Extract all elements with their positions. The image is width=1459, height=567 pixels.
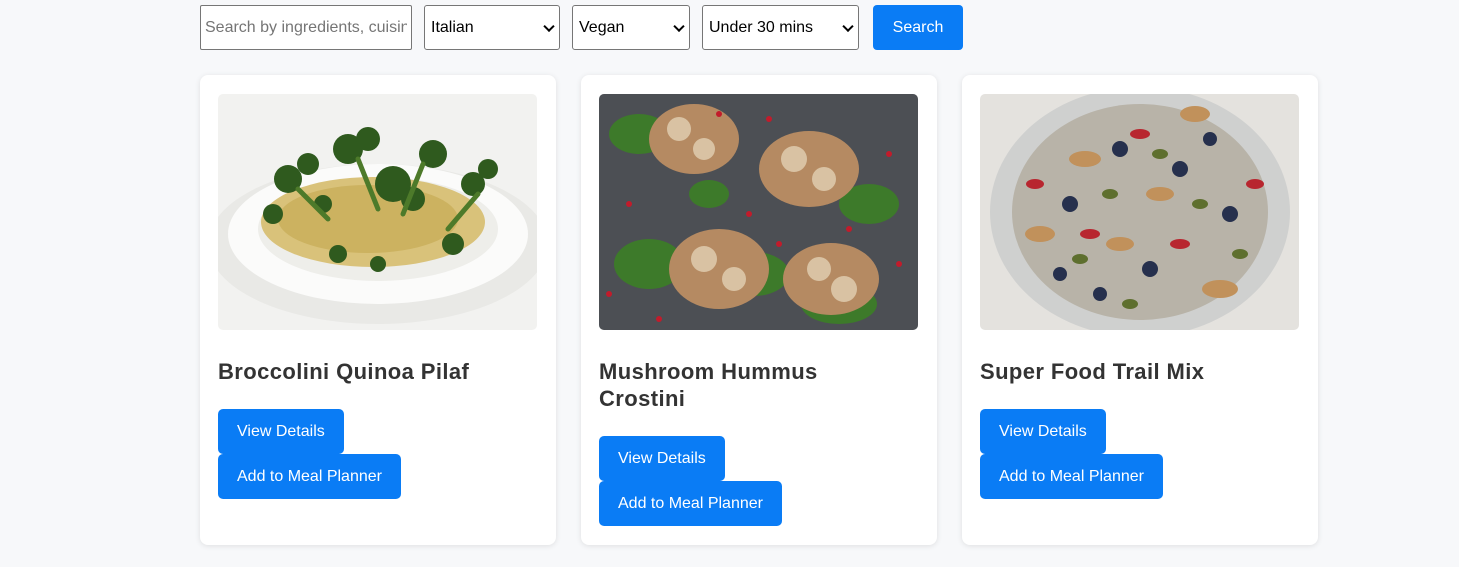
recipe-card: Broccolini Quinoa Pilaf View Details Add… [200, 75, 556, 545]
diet-select-value: Vegan [579, 18, 625, 36]
recipe-title: Mushroom Hummus Crostini [599, 359, 818, 411]
recipe-image [980, 94, 1299, 330]
recipe-title: Broccolini Quinoa Pilaf [218, 359, 470, 384]
recipe-title: Super Food Trail Mix [980, 359, 1205, 384]
chevron-down-icon [543, 20, 555, 32]
diet-select[interactable]: Vegan [572, 5, 690, 50]
search-button[interactable]: Search [873, 5, 963, 50]
recipe-image [599, 94, 918, 330]
view-details-button[interactable]: View Details [980, 409, 1106, 454]
recipe-image [218, 94, 537, 330]
cuisine-select[interactable]: Italian [424, 5, 560, 50]
view-details-button[interactable]: View Details [218, 409, 344, 454]
time-select[interactable]: Under 30 mins [702, 5, 859, 50]
recipe-card: Super Food Trail Mix View Details Add to… [962, 75, 1318, 545]
add-to-meal-planner-button[interactable]: Add to Meal Planner [599, 481, 782, 526]
recipe-card: Mushroom Hummus Crostini View Details Ad… [581, 75, 937, 545]
chevron-down-icon [842, 20, 854, 32]
search-bar: Italian Vegan Under 30 mins Search [200, 5, 963, 50]
search-input[interactable] [200, 5, 412, 50]
time-select-value: Under 30 mins [709, 18, 814, 36]
add-to-meal-planner-button[interactable]: Add to Meal Planner [980, 454, 1163, 499]
chevron-down-icon [673, 20, 685, 32]
add-to-meal-planner-button[interactable]: Add to Meal Planner [218, 454, 401, 499]
view-details-button[interactable]: View Details [599, 436, 725, 481]
cuisine-select-value: Italian [431, 18, 474, 36]
